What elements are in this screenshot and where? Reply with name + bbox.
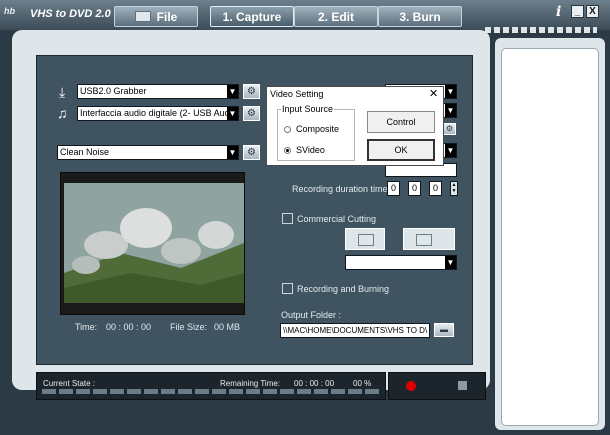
tab-file[interactable]: File <box>114 6 198 27</box>
chevron-down-icon: ▼ <box>445 85 456 98</box>
file-size-label: File Size: <box>170 322 208 332</box>
duration-minutes[interactable]: 0 <box>408 181 421 196</box>
cut-list-select[interactable]: ▼ <box>345 255 457 270</box>
audio-device-select[interactable]: Interfaccia audio digitale (2- USB Audio… <box>77 106 239 121</box>
chevron-down-icon: ▼ <box>227 146 238 159</box>
cut-end-button[interactable] <box>403 228 455 250</box>
audio-settings-button[interactable]: ⚙ <box>243 106 260 121</box>
duration-seconds[interactable]: 0 <box>429 181 442 196</box>
tab-burn-label: 3. Burn <box>399 9 441 24</box>
recording-burning-checkbox[interactable] <box>282 283 293 294</box>
dialog-close-button[interactable]: ✕ <box>429 87 438 100</box>
svideo-label: SVideo <box>296 145 325 155</box>
progress-percent: 00 % <box>353 379 372 388</box>
file-size-value: 00 MB <box>214 322 241 332</box>
video-setting-dialog: Video Setting ✕ Input Source Composite S… <box>266 86 444 166</box>
output-folder-label: Output Folder : <box>281 310 342 320</box>
app-title: VHS to DVD 2.0 <box>30 8 111 20</box>
audio-device-value: Interfaccia audio digitale (2- USB Audio… <box>80 108 238 118</box>
commercial-cutting-label: Commercial Cutting <box>297 214 377 224</box>
filter-select[interactable]: Clean Noise ▼ <box>57 145 239 160</box>
composite-radio[interactable] <box>284 126 291 133</box>
download-icon: ⤓ <box>59 84 66 100</box>
video-device-value: USB2.0 Grabber <box>80 86 147 96</box>
input-source-label: Input Source <box>281 104 335 114</box>
video-preview <box>60 172 245 315</box>
ok-button[interactable]: OK <box>367 139 435 161</box>
filter-settings-button[interactable]: ⚙ <box>243 145 260 160</box>
chevron-down-icon: ▼ <box>227 107 238 120</box>
time-label: Time: <box>75 322 98 332</box>
folder-icon <box>134 11 151 22</box>
tab-file-label: File <box>156 9 178 24</box>
svideo-radio[interactable] <box>284 147 291 154</box>
cut-start-button[interactable] <box>345 228 385 250</box>
tab-capture[interactable]: 1. Capture <box>210 6 294 27</box>
tab-edit[interactable]: 2. Edit <box>294 6 378 27</box>
decor-grill <box>485 27 597 33</box>
app-logo: hb <box>4 6 15 16</box>
tab-burn[interactable]: 3. Burn <box>378 6 462 27</box>
minimize-button[interactable]: _ <box>571 5 584 18</box>
browse-folder-button[interactable]: ▬ <box>434 323 454 337</box>
composite-label: Composite <box>296 124 340 134</box>
help-icon[interactable]: i <box>556 4 561 20</box>
duration-spinner[interactable]: ▲ ▼ <box>450 181 458 196</box>
chevron-down-icon: ▼ <box>227 85 238 98</box>
time-value: 00 : 00 : 00 <box>106 322 152 332</box>
recording-duration-label: Recording duration time : <box>292 184 393 194</box>
chevron-down-icon: ▼ <box>445 144 456 157</box>
remaining-time-value: 00 : 00 : 00 <box>294 379 335 388</box>
remaining-time-label: Remaining Time: <box>220 379 281 388</box>
quality-settings-button[interactable]: ⚙ <box>443 123 456 135</box>
side-preview-area <box>501 48 599 426</box>
record-button[interactable] <box>406 381 416 391</box>
current-state-label: Current State : <box>43 379 96 388</box>
control-button[interactable]: Control <box>367 111 435 133</box>
record-controls <box>388 372 486 400</box>
output-folder-input[interactable]: \\MAC\HOME\DOCUMENTS\VHS TO D\ <box>280 323 430 338</box>
commercial-cutting-checkbox[interactable] <box>282 213 293 224</box>
video-settings-button[interactable]: ⚙ <box>243 84 260 99</box>
tab-capture-label: 1. Capture <box>222 9 282 24</box>
duration-hours[interactable]: 0 <box>387 181 400 196</box>
recording-burning-label: Recording and Burning <box>297 284 390 294</box>
chevron-down-icon: ▼ <box>445 256 456 269</box>
chevron-down-icon: ▼ <box>445 104 456 117</box>
dialog-title: Video Setting <box>270 89 324 99</box>
video-device-select[interactable]: USB2.0 Grabber ▼ <box>77 84 239 99</box>
close-button[interactable]: X <box>586 5 599 18</box>
filter-value: Clean Noise <box>60 147 110 157</box>
music-note-icon: ♫ <box>57 105 68 121</box>
tab-edit-label: 2. Edit <box>317 9 354 24</box>
progress-bar <box>42 389 382 394</box>
stop-button[interactable] <box>458 381 467 390</box>
